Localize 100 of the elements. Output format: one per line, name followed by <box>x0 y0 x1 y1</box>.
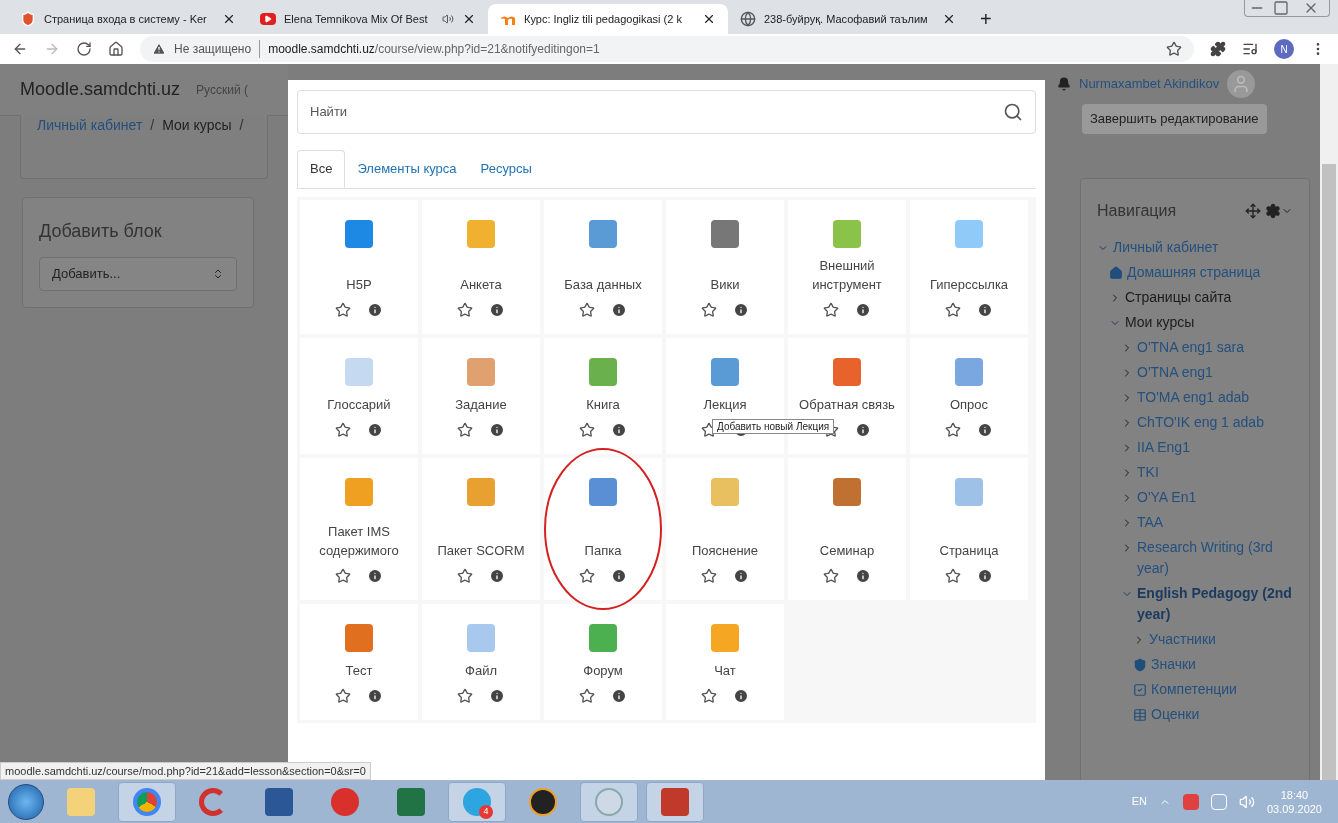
module-card[interactable]: Задание <box>422 338 540 454</box>
reload-icon[interactable] <box>76 41 92 57</box>
star-icon[interactable] <box>945 422 961 438</box>
star-icon[interactable] <box>701 302 717 318</box>
profile-avatar[interactable]: N <box>1274 39 1294 59</box>
module-card[interactable]: Файл <box>422 604 540 720</box>
info-icon[interactable] <box>855 568 871 584</box>
info-icon[interactable] <box>489 688 505 704</box>
new-tab-button[interactable]: + <box>968 4 1004 34</box>
module-card[interactable]: Тест <box>300 604 418 720</box>
nav-link[interactable]: Страницы сайта <box>1125 287 1232 308</box>
info-icon[interactable] <box>611 302 627 318</box>
star-icon[interactable] <box>457 688 473 704</box>
info-icon[interactable] <box>367 302 383 318</box>
module-card[interactable]: Семинар <box>788 458 906 600</box>
close-icon[interactable] <box>222 12 236 26</box>
module-card[interactable]: Опрос <box>910 338 1028 454</box>
bookmark-icon[interactable] <box>1166 41 1182 57</box>
info-icon[interactable] <box>489 302 505 318</box>
module-card[interactable]: Гиперссылка <box>910 200 1028 334</box>
star-icon[interactable] <box>579 688 595 704</box>
star-icon[interactable] <box>335 422 351 438</box>
info-icon[interactable] <box>733 568 749 584</box>
browser-tab[interactable]: Страница входа в систему - Ker <box>8 4 248 34</box>
module-card[interactable]: Внешний инструмент <box>788 200 906 334</box>
module-card[interactable]: Форум <box>544 604 662 720</box>
info-icon[interactable] <box>733 302 749 318</box>
search-icon[interactable] <box>1003 102 1023 122</box>
close-icon[interactable] <box>462 12 476 26</box>
info-icon[interactable] <box>977 422 993 438</box>
info-icon[interactable] <box>611 688 627 704</box>
star-icon[interactable] <box>701 688 717 704</box>
close-icon[interactable] <box>702 12 716 26</box>
star-icon[interactable] <box>457 568 473 584</box>
info-icon[interactable] <box>855 422 871 438</box>
module-card[interactable]: Глоссарий <box>300 338 418 454</box>
info-icon[interactable] <box>489 422 505 438</box>
star-icon[interactable] <box>701 568 717 584</box>
star-icon[interactable] <box>457 302 473 318</box>
star-icon[interactable] <box>579 422 595 438</box>
home-icon[interactable] <box>108 41 124 57</box>
star-icon[interactable] <box>335 688 351 704</box>
star-icon[interactable] <box>579 568 595 584</box>
star-icon[interactable] <box>335 568 351 584</box>
star-icon[interactable] <box>335 302 351 318</box>
site-name[interactable]: Moodle.samdchti.uz <box>20 76 181 103</box>
speaker-icon[interactable] <box>442 13 454 25</box>
star-icon[interactable] <box>945 302 961 318</box>
browser-tab[interactable]: Elena Temnikova Mix Of Best <box>248 4 488 34</box>
notification-icon[interactable] <box>1057 77 1071 91</box>
module-card[interactable]: Пояснение <box>666 458 784 600</box>
add-block-select[interactable]: Добавить... <box>39 257 237 291</box>
settings-icon[interactable] <box>1265 203 1281 219</box>
search-field[interactable]: Найти <box>297 90 1036 134</box>
module-card[interactable]: Вики <box>666 200 784 334</box>
module-card[interactable]: Книга <box>544 338 662 454</box>
info-icon[interactable] <box>611 422 627 438</box>
stop-editing-button[interactable]: Завершить редактирование <box>1082 104 1267 134</box>
star-icon[interactable] <box>823 568 839 584</box>
breadcrumb-link[interactable]: Мои курсы <box>162 115 232 136</box>
info-icon[interactable] <box>733 688 749 704</box>
move-icon[interactable] <box>1245 203 1261 219</box>
browser-tab[interactable]: Курс: Ingliz tili pedagogikasi (2 k <box>488 4 728 34</box>
info-icon[interactable] <box>855 302 871 318</box>
info-icon[interactable] <box>977 302 993 318</box>
info-icon[interactable] <box>367 422 383 438</box>
back-icon[interactable] <box>12 41 28 57</box>
category-tab[interactable]: Ресурсы <box>468 150 544 188</box>
category-tab[interactable]: Все <box>297 150 346 188</box>
taskbar-button[interactable] <box>646 781 704 822</box>
extensions-icon[interactable] <box>1210 41 1226 57</box>
module-card[interactable]: Анкета <box>422 200 540 334</box>
scrollbar[interactable] <box>1320 64 1338 780</box>
start-button[interactable] <box>8 783 44 820</box>
star-icon[interactable] <box>579 302 595 318</box>
nav-link[interactable]: English Pedagogy (2nd year) <box>1137 583 1293 625</box>
star-icon[interactable] <box>945 568 961 584</box>
module-card[interactable]: Пакет SCORM <box>422 458 540 600</box>
taskbar-button[interactable]: 4 <box>448 781 506 822</box>
info-icon[interactable] <box>977 568 993 584</box>
module-card[interactable]: База данных <box>544 200 662 334</box>
info-icon[interactable] <box>367 688 383 704</box>
url-text: moodle.samdchti.uz/course/view.php?id=21&notifyeditingon=1 <box>268 41 600 58</box>
star-icon[interactable] <box>457 422 473 438</box>
info-icon[interactable] <box>489 568 505 584</box>
browser-tab[interactable]: 238-буйруқ. Масофавий таълим <box>728 4 968 34</box>
close-icon[interactable] <box>942 12 956 26</box>
info-icon[interactable] <box>611 568 627 584</box>
address-field[interactable]: Не защищено moodle.samdchti.uz/course/view.php?id=21&notifyeditingon=1 <box>140 36 1194 62</box>
info-icon[interactable] <box>367 568 383 584</box>
star-icon[interactable] <box>823 302 839 318</box>
category-tab[interactable]: Элементы курса <box>345 150 469 188</box>
module-card[interactable]: H5P <box>300 200 418 334</box>
module-card[interactable]: Папка <box>544 458 662 600</box>
block-title: Добавить блок <box>39 220 163 243</box>
module-card[interactable]: Пакет IMS содержимого <box>300 458 418 600</box>
module-card[interactable]: Чат <box>666 604 784 720</box>
nav-link[interactable]: Мои курсы <box>1125 312 1195 333</box>
media-icon[interactable] <box>1242 41 1258 57</box>
module-card[interactable]: Страница <box>910 458 1028 600</box>
